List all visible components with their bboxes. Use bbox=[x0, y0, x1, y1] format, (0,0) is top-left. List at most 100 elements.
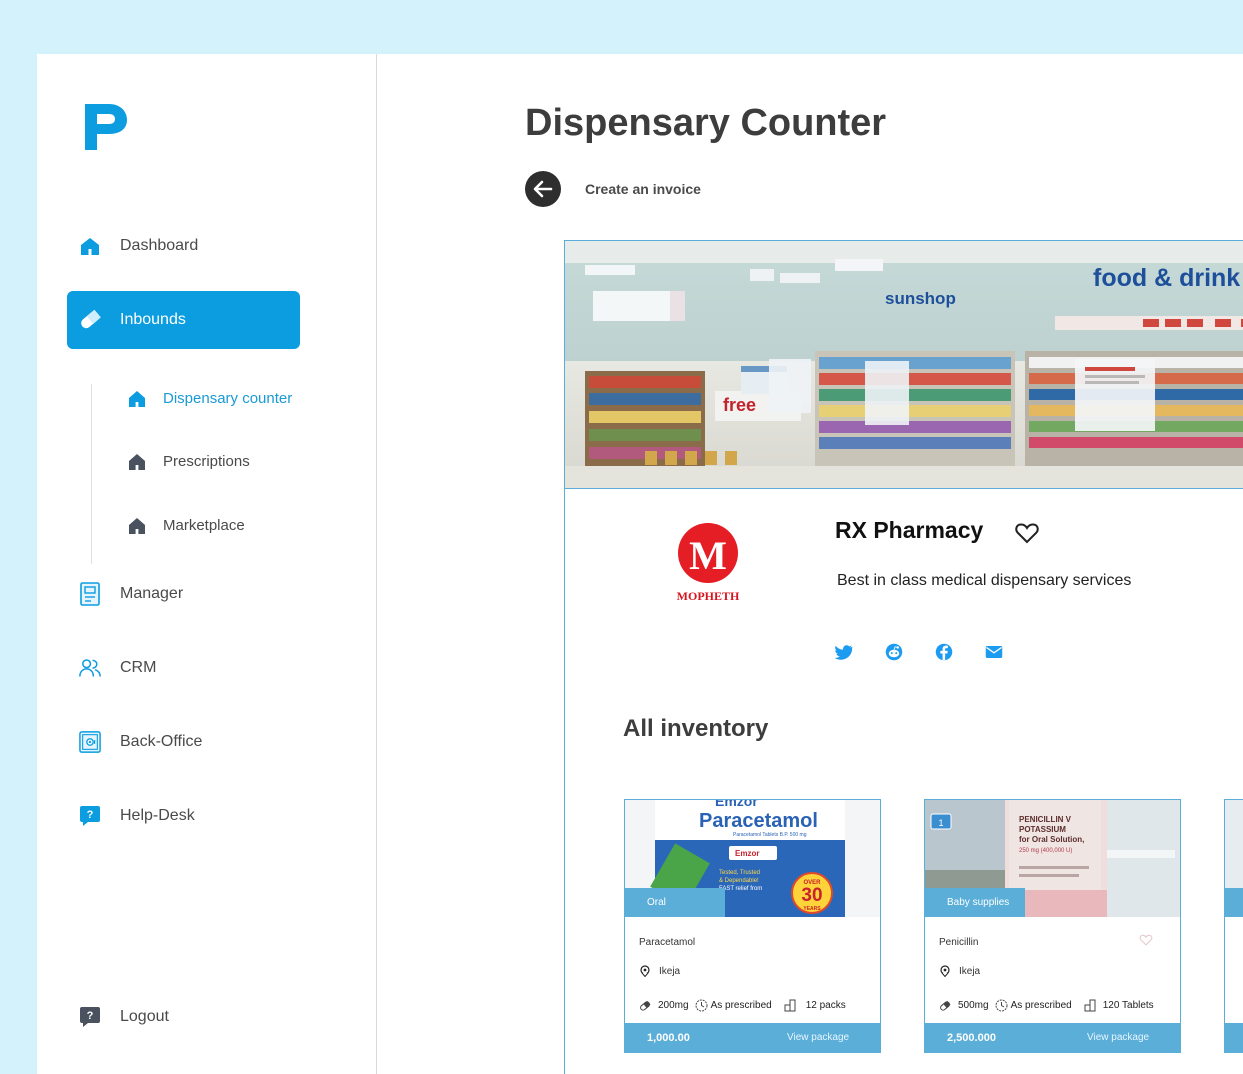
product-image-badge-bottom: YEARS bbox=[803, 906, 821, 912]
sidebar-item-label: Inbounds bbox=[120, 311, 186, 328]
category-badge: Oral bbox=[625, 888, 725, 917]
sidebar-item-back-office[interactable]: Back-Office bbox=[67, 713, 300, 771]
inventory-title: All inventory bbox=[623, 715, 769, 742]
dose-label: 200mg bbox=[658, 1000, 689, 1011]
store-banner-image: sunshop food & drink free bbox=[565, 241, 1243, 489]
safe-icon bbox=[79, 731, 101, 753]
reddit-icon[interactable] bbox=[885, 643, 903, 661]
usage-spec: As prescribed bbox=[695, 999, 772, 1012]
help-chat-icon: ? bbox=[79, 805, 101, 827]
help-chat-icon: ? bbox=[79, 1006, 101, 1028]
product-card-partial[interactable] bbox=[1224, 799, 1243, 1053]
quantity-spec: 120 Tablets bbox=[1084, 999, 1154, 1012]
product-image-badge-num: 30 bbox=[801, 885, 822, 906]
home-icon bbox=[127, 389, 147, 409]
sidebar-item-label: Manager bbox=[120, 585, 184, 602]
category-badge bbox=[1225, 888, 1243, 917]
store-logo-text: MOPHETH bbox=[677, 589, 740, 603]
subitem-label: Prescriptions bbox=[163, 453, 250, 470]
product-location: Ikeja bbox=[639, 965, 680, 977]
product-specs: 200mg As prescribed 12 packs bbox=[639, 999, 846, 1012]
pill-icon bbox=[940, 1000, 951, 1011]
pill-icon bbox=[79, 309, 101, 331]
product-name: Penicillin bbox=[939, 937, 979, 948]
card-footer: 2,500.000 View package bbox=[925, 1023, 1180, 1052]
product-price: 1,000.00 bbox=[647, 1032, 690, 1044]
sidebar-item-help-desk[interactable]: ? Help-Desk bbox=[67, 787, 300, 845]
sidebar-item-inbounds[interactable]: Inbounds bbox=[67, 291, 300, 349]
product-image-label-2: POTASSIUM bbox=[1019, 825, 1066, 834]
logout-label: Logout bbox=[120, 1008, 169, 1025]
store-name: RX Pharmacy bbox=[835, 517, 984, 543]
store-description: Best in class medical dispensary service… bbox=[837, 572, 1132, 589]
product-card[interactable]: Emzor Paracetamol Paracetamol Tablets B.… bbox=[624, 799, 881, 1053]
usage-spec: As prescribed bbox=[995, 999, 1072, 1012]
subitem-label: Marketplace bbox=[163, 517, 245, 534]
svg-text:& Dependable!: & Dependable! bbox=[719, 878, 759, 884]
sidebar-item-label: Dashboard bbox=[120, 237, 199, 254]
favorite-heart-icon[interactable] bbox=[1139, 933, 1153, 951]
mail-icon[interactable] bbox=[985, 643, 1003, 661]
sidebar: Dashboard Inbounds Dispensary counter Pr… bbox=[37, 54, 377, 1074]
home-icon bbox=[127, 516, 147, 536]
favorite-heart-icon[interactable] bbox=[1015, 522, 1039, 549]
location-pin-icon bbox=[940, 965, 950, 977]
product-image-subtitle: Paracetamol Tablets B.P. 500 mg bbox=[733, 832, 807, 838]
facebook-icon[interactable] bbox=[935, 643, 953, 661]
back-button[interactable] bbox=[525, 171, 561, 207]
product-specs: 500mg As prescribed 120 Tablets bbox=[939, 999, 1154, 1012]
dose-spec: 500mg bbox=[939, 1000, 989, 1012]
create-invoice-link[interactable]: Create an invoice bbox=[585, 181, 701, 197]
svg-text:FAST relief from: FAST relief from bbox=[719, 886, 762, 892]
app-window: Dashboard Inbounds Dispensary counter Pr… bbox=[37, 54, 1243, 1074]
product-price: 2,500.000 bbox=[947, 1032, 996, 1044]
svg-text:Tested, Trusted: Tested, Trusted bbox=[719, 870, 760, 876]
view-package-link[interactable]: View package bbox=[787, 1032, 849, 1043]
logout-button[interactable]: ? Logout bbox=[67, 988, 300, 1046]
location-pin-icon bbox=[640, 965, 650, 977]
svg-text:?: ? bbox=[87, 1010, 94, 1022]
sidebar-item-manager[interactable]: Manager bbox=[67, 565, 300, 623]
product-image-title: Paracetamol bbox=[699, 810, 818, 832]
category-badge: Baby supplies bbox=[925, 888, 1025, 917]
users-icon bbox=[79, 657, 101, 679]
product-location: Ikeja bbox=[939, 965, 980, 977]
usage-label: As prescribed bbox=[1010, 1000, 1072, 1011]
sidebar-item-dashboard[interactable]: Dashboard bbox=[67, 217, 300, 275]
card-footer bbox=[1225, 1023, 1243, 1052]
main-content: Dispensary Counter Create an invoice sun… bbox=[378, 54, 1243, 1074]
twitter-icon[interactable] bbox=[834, 643, 853, 661]
sidebar-item-crm[interactable]: CRM bbox=[67, 639, 300, 697]
product-card[interactable]: PENICILLIN V POTASSIUM for Oral Solution… bbox=[924, 799, 1181, 1053]
social-links bbox=[834, 643, 1003, 661]
svg-text:Emzor: Emzor bbox=[735, 849, 759, 858]
dose-spec: 200mg bbox=[639, 1000, 689, 1012]
store-card: sunshop food & drink free M MOPHETH RX P… bbox=[564, 240, 1243, 1074]
home-icon bbox=[127, 452, 147, 472]
product-name: Paracetamol bbox=[639, 937, 696, 948]
pill-icon bbox=[640, 1000, 651, 1011]
package-icon bbox=[784, 999, 796, 1012]
product-image-label-1: PENICILLIN V bbox=[1019, 815, 1072, 824]
image-count-badge: 1 bbox=[938, 818, 943, 828]
subnav-divider bbox=[91, 384, 92, 564]
clock-icon bbox=[995, 999, 1008, 1012]
view-package-link[interactable]: View package bbox=[1087, 1032, 1149, 1043]
arrow-left-icon bbox=[533, 180, 553, 198]
svg-text:?: ? bbox=[87, 809, 94, 821]
banner-sign-sunshop: sunshop bbox=[885, 289, 956, 308]
quantity-label: 12 packs bbox=[805, 1000, 846, 1011]
app-logo[interactable] bbox=[83, 100, 129, 157]
product-image-brand: Emzor bbox=[715, 800, 758, 809]
package-icon bbox=[1084, 999, 1096, 1012]
dose-label: 500mg bbox=[958, 1000, 989, 1011]
location-label: Ikeja bbox=[959, 965, 981, 977]
store-logo-letter: M bbox=[689, 533, 727, 578]
banner-sign-free: free bbox=[723, 395, 756, 415]
ledger-icon bbox=[79, 582, 101, 606]
sidebar-item-label: Help-Desk bbox=[120, 807, 195, 824]
quantity-spec: 12 packs bbox=[784, 999, 846, 1012]
product-image-label-4: 250 mg (400,000 U) bbox=[1019, 848, 1072, 854]
banner-sign-food-drink: food & drink bbox=[1093, 264, 1240, 292]
store-logo: M MOPHETH bbox=[675, 523, 747, 603]
